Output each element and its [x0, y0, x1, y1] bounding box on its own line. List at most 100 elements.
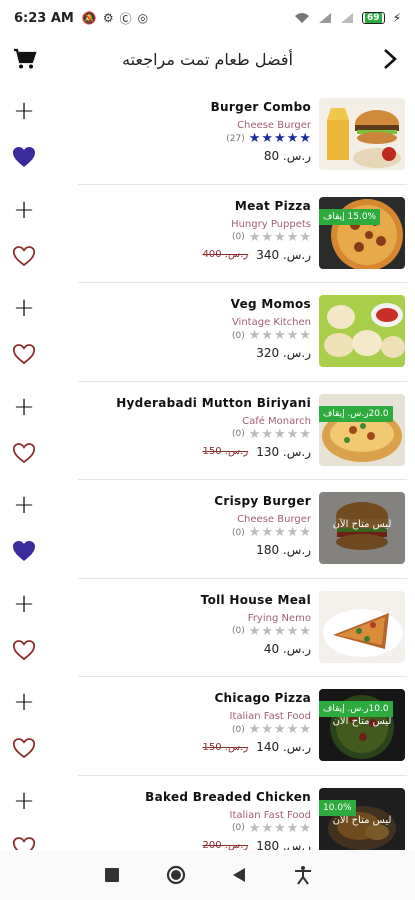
price-row: ر.س. 400 ر.س. 340 [81, 248, 311, 262]
price-row: ر.س. 150 ر.س. 130 [81, 445, 311, 459]
star-icon: ★ [261, 525, 274, 540]
rating: (0) ★ ★ ★ ★ ★ [81, 822, 311, 835]
restaurant-name: Café Monarch [242, 415, 311, 427]
add-to-cart-button[interactable]: + [12, 394, 36, 420]
star-icon: ★ [248, 131, 261, 146]
restaurant-name: Cheese Burger [237, 514, 311, 525]
star-icon: ★ [286, 131, 299, 146]
favorite-heart-icon[interactable] [12, 442, 36, 466]
item-name: Baked Breaded Chicken [145, 789, 311, 804]
star-icon: ★ [261, 426, 274, 442]
add-to-cart-button[interactable]: + [12, 689, 36, 715]
star-icon: ★ [286, 328, 299, 343]
rating: (0) ★ ★ ★ ★ ★ [81, 526, 311, 539]
accessibility-icon[interactable] [288, 860, 318, 890]
not-available-overlay: ليس متاح الآن [319, 492, 405, 564]
food-image[interactable] [319, 98, 405, 170]
list-item[interactable]: + Baked Breaded Chicken Italian Fast Foo… [12, 776, 407, 851]
rating-count: (27) [226, 133, 245, 144]
back-chevron-icon[interactable] [377, 46, 403, 72]
back-triangle-icon[interactable] [224, 860, 254, 890]
favorite-heart-icon[interactable] [12, 737, 36, 761]
status-time: 6:23 AM [14, 10, 74, 26]
price-row: ر.س. 80 [81, 149, 311, 163]
add-to-cart-button[interactable]: + [12, 295, 36, 321]
star-icon: ★ [299, 722, 311, 737]
food-image[interactable]: ليس متاح الآن 10.0ر.س. إيقاف [319, 689, 405, 761]
list-item[interactable]: + Toll House Meal Frying Nemo (0) ★ ★ ★ ★ ★ ر… [12, 579, 407, 677]
star-icon: ★ [299, 426, 311, 442]
list-item[interactable]: + Crispy Burger Cheese Burger (0) ★ ★ ★ ★ ★ ر… [13, 480, 407, 579]
star-icon: ★ [274, 426, 286, 442]
item-name: Hyderabadi Mutton Biriyani [116, 395, 311, 410]
restaurant-name: Frying Nemo [247, 612, 311, 624]
price-row: ر.س. 150 ر.س. 140 [81, 740, 311, 754]
add-to-cart-button[interactable]: + [12, 197, 36, 223]
star-icon: ★ [286, 820, 299, 836]
old-price: ر.س. 150 [202, 741, 249, 753]
cart-icon[interactable] [12, 46, 38, 72]
star-icon: ★ [286, 525, 299, 540]
item-info: Hyderabadi Mutton Biriyani Café Monarch … [81, 396, 311, 459]
at-sign-icon: Ⓒ [119, 11, 132, 26]
discount-badge: 10.0ر.س. إيقاف [319, 701, 393, 717]
rating-count: (0) [231, 724, 245, 735]
not-available-overlay: ليس متاح الآن [319, 689, 405, 761]
star-icon: ★ [299, 328, 311, 343]
price: ر.س. 130 [256, 444, 311, 459]
list-item[interactable]: + Burger Combo Cheese Burger (27) ★ ★ ★ ★ ★ ر… [13, 86, 407, 185]
item-name: Chicago Pizza [214, 691, 311, 705]
add-to-cart-button[interactable]: + [12, 591, 36, 617]
battery-level: 69 [365, 13, 382, 23]
star-icon: ★ [248, 722, 261, 737]
add-to-cart-button[interactable]: + [12, 492, 36, 518]
list-item[interactable]: + Chicago Pizza Italian Fast Food (0) ★ ★ ★… [12, 677, 407, 776]
square-icon[interactable] [97, 860, 127, 890]
favorite-heart-icon[interactable] [12, 639, 36, 663]
food-image[interactable]: ليس متاح الآن [319, 492, 405, 564]
price-row: ر.س. 200 ر.س. 180 [81, 839, 311, 851]
list-item[interactable]: + Veg Momos Vintage Kitchen (0) ★ ★ ★ ★ ★ ر.س… [12, 283, 407, 382]
restaurant-name: Hungry Puppets [231, 218, 311, 230]
star-icon: ★ [248, 426, 261, 442]
star-icon: ★ [248, 820, 261, 836]
food-image[interactable]: 20.0ر.س. إيقاف [319, 393, 405, 466]
star-icon: ★ [299, 229, 311, 245]
price: ر.س. 320 [256, 346, 311, 360]
phone-icon: ◎ [137, 11, 149, 25]
rating-count: (0) [231, 527, 245, 538]
star-icon: ★ [274, 722, 286, 737]
star-icon: ★ [261, 722, 274, 737]
star-icon: ★ [286, 426, 299, 442]
food-image[interactable]: ليس متاح الآن 10.0% [319, 787, 405, 850]
food-image[interactable] [319, 295, 405, 367]
add-to-cart-button[interactable]: + [12, 788, 36, 814]
star-icon: ★ [261, 229, 274, 245]
star-icon: ★ [261, 131, 274, 146]
star-icon: ★ [261, 623, 274, 639]
star-icon: ★ [286, 722, 299, 737]
status-system-icons: 69 ⚡ [294, 11, 401, 25]
favorite-heart-icon[interactable] [12, 540, 36, 564]
favorite-heart-icon[interactable] [12, 836, 36, 850]
circle-icon[interactable] [161, 860, 191, 890]
favorite-heart-icon[interactable] [12, 245, 36, 269]
food-image[interactable] [319, 590, 405, 663]
star-icon: ★ [299, 131, 311, 146]
favorite-heart-icon[interactable] [12, 146, 36, 170]
discount-badge: 15.0% إيقاف [319, 208, 381, 225]
star-icon: ★ [286, 623, 299, 639]
star-icon: ★ [274, 131, 286, 146]
list-item[interactable]: + Hyderabadi Mutton Biriyani Café Monarc… [12, 382, 407, 480]
food-image[interactable]: 15.0% إيقاف [319, 196, 405, 269]
add-to-cart-button[interactable]: + [12, 98, 36, 124]
rating-count: (0) [231, 823, 245, 833]
settings-icon: ⚙ [102, 11, 114, 25]
list-item[interactable]: + Meat Pizza Hungry Puppets (0) ★ ★ ★ ★ ★ ر.س… [12, 185, 407, 283]
star-icon: ★ [274, 623, 286, 639]
favorite-heart-icon[interactable] [12, 343, 36, 367]
star-icon: ★ [299, 623, 311, 639]
item-name: Meat Pizza [234, 198, 311, 213]
price: ر.س. 40 [263, 641, 311, 656]
item-info: Chicago Pizza Italian Fast Food (0) ★ ★ ★ ★ ★… [81, 691, 311, 754]
